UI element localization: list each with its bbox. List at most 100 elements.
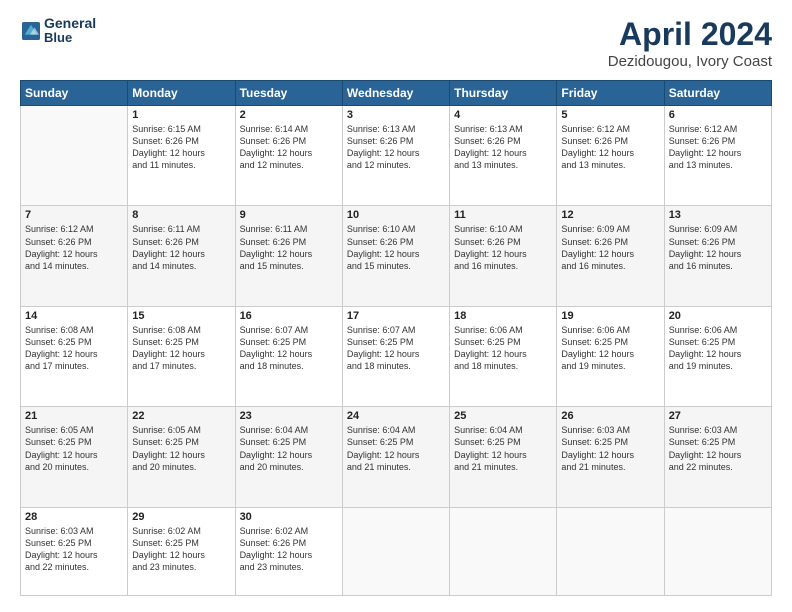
day-info: Sunrise: 6:08 AM Sunset: 6:25 PM Dayligh… <box>25 324 123 373</box>
calendar-title: April 2024 <box>608 16 772 53</box>
calendar-day-header: Monday <box>128 81 235 106</box>
calendar-cell: 20Sunrise: 6:06 AM Sunset: 6:25 PM Dayli… <box>664 306 771 406</box>
calendar-cell: 3 Sunrise: 6:13 AM Sunset: 6:26 PM Daylig… <box>342 106 449 206</box>
day-number: 30 <box>240 511 338 523</box>
day-info: Sunrise: 6:06 AM Sunset: 6:25 PM Dayligh… <box>669 324 767 373</box>
calendar-day-header: Saturday <box>664 81 771 106</box>
day-number: 10 <box>347 209 445 221</box>
day-number: 13 <box>669 209 767 221</box>
day-info: Sunrise: 6:11 AM Sunset: 6:26 PM Dayligh… <box>132 223 230 272</box>
calendar-cell: 4 Sunrise: 6:13 AM Sunset: 6:26 PM Daylig… <box>450 106 557 206</box>
logo-text: General Blue <box>44 16 96 46</box>
calendar-header-row: SundayMondayTuesdayWednesdayThursdayFrid… <box>21 81 772 106</box>
day-info: Sunrise: 6:12 AM Sunset: 6:26 PM Dayligh… <box>25 223 123 272</box>
calendar-cell: 19 Sunrise: 6:06 AM Sunset: 6:25 PM Dayli… <box>557 306 664 406</box>
calendar-week-row: 28Sunrise: 6:03 AM Sunset: 6:25 PM Dayli… <box>21 507 772 595</box>
day-number: 17 <box>347 310 445 322</box>
day-number: 9 <box>240 209 338 221</box>
day-info: Sunrise: 6:12 AM Sunset: 6:26 PM Dayligh… <box>561 123 659 172</box>
day-info: Sunrise: 6:02 AM Sunset: 6:25 PM Dayligh… <box>132 525 230 574</box>
calendar-cell <box>450 507 557 595</box>
day-number: 2 <box>240 109 338 121</box>
day-info: Sunrise: 6:13 AM Sunset: 6:26 PM Dayligh… <box>347 123 445 172</box>
calendar-subtitle: Dezidougou, Ivory Coast <box>608 53 772 70</box>
day-info: Sunrise: 6:07 AM Sunset: 6:25 PM Dayligh… <box>240 324 338 373</box>
day-number: 22 <box>132 410 230 422</box>
calendar-cell: 27 Sunrise: 6:03 AM Sunset: 6:25 PM Dayli… <box>664 407 771 507</box>
calendar-cell: 9 Sunrise: 6:11 AM Sunset: 6:26 PM Daylig… <box>235 206 342 306</box>
calendar-day-header: Wednesday <box>342 81 449 106</box>
calendar-cell: 29 Sunrise: 6:02 AM Sunset: 6:25 PM Dayli… <box>128 507 235 595</box>
day-info: Sunrise: 6:10 AM Sunset: 6:26 PM Dayligh… <box>347 223 445 272</box>
calendar-cell: 11 Sunrise: 6:10 AM Sunset: 6:26 PM Dayli… <box>450 206 557 306</box>
day-info: Sunrise: 6:12 AM Sunset: 6:26 PM Dayligh… <box>669 123 767 172</box>
calendar-cell: 10 Sunrise: 6:10 AM Sunset: 6:26 PM Dayli… <box>342 206 449 306</box>
day-number: 21 <box>25 410 123 422</box>
logo-icon <box>22 22 40 40</box>
day-info: Sunrise: 6:05 AM Sunset: 6:25 PM Dayligh… <box>132 424 230 473</box>
day-number: 14 <box>25 310 123 322</box>
day-info: Sunrise: 6:03 AM Sunset: 6:25 PM Dayligh… <box>669 424 767 473</box>
calendar-cell: 26 Sunrise: 6:03 AM Sunset: 6:25 PM Dayli… <box>557 407 664 507</box>
day-info: Sunrise: 6:04 AM Sunset: 6:25 PM Dayligh… <box>347 424 445 473</box>
day-number: 24 <box>347 410 445 422</box>
day-info: Sunrise: 6:10 AM Sunset: 6:26 PM Dayligh… <box>454 223 552 272</box>
calendar-cell: 28Sunrise: 6:03 AM Sunset: 6:25 PM Dayli… <box>21 507 128 595</box>
day-number: 7 <box>25 209 123 221</box>
calendar-day-header: Thursday <box>450 81 557 106</box>
calendar-cell: 2Sunrise: 6:14 AM Sunset: 6:26 PM Daylig… <box>235 106 342 206</box>
calendar-cell: 23 Sunrise: 6:04 AM Sunset: 6:25 PM Dayli… <box>235 407 342 507</box>
calendar-cell: 14 Sunrise: 6:08 AM Sunset: 6:25 PM Dayli… <box>21 306 128 406</box>
day-number: 15 <box>132 310 230 322</box>
logo: General Blue <box>20 16 96 46</box>
calendar-cell: 24 Sunrise: 6:04 AM Sunset: 6:25 PM Dayli… <box>342 407 449 507</box>
calendar-cell: 22 Sunrise: 6:05 AM Sunset: 6:25 PM Dayli… <box>128 407 235 507</box>
day-number: 19 <box>561 310 659 322</box>
calendar-cell <box>342 507 449 595</box>
day-number: 6 <box>669 109 767 121</box>
day-info: Sunrise: 6:03 AM Sunset: 6:25 PM Dayligh… <box>25 525 123 574</box>
day-number: 3 <box>347 109 445 121</box>
day-info: Sunrise: 6:09 AM Sunset: 6:26 PM Dayligh… <box>669 223 767 272</box>
logo-line1: General <box>44 16 96 31</box>
calendar-cell: 17Sunrise: 6:07 AM Sunset: 6:25 PM Dayli… <box>342 306 449 406</box>
calendar-day-header: Tuesday <box>235 81 342 106</box>
page: General Blue April 2024 Dezidougou, Ivor… <box>0 0 792 612</box>
day-number: 23 <box>240 410 338 422</box>
calendar-week-row: 7 Sunrise: 6:12 AM Sunset: 6:26 PM Daylig… <box>21 206 772 306</box>
header: General Blue April 2024 Dezidougou, Ivor… <box>20 16 772 70</box>
calendar-cell: 21 Sunrise: 6:05 AM Sunset: 6:25 PM Dayli… <box>21 407 128 507</box>
day-number: 26 <box>561 410 659 422</box>
day-number: 29 <box>132 511 230 523</box>
calendar-cell <box>21 106 128 206</box>
day-number: 8 <box>132 209 230 221</box>
day-number: 11 <box>454 209 552 221</box>
day-info: Sunrise: 6:15 AM Sunset: 6:26 PM Dayligh… <box>132 123 230 172</box>
calendar-cell: 5Sunrise: 6:12 AM Sunset: 6:26 PM Daylig… <box>557 106 664 206</box>
day-number: 18 <box>454 310 552 322</box>
day-number: 4 <box>454 109 552 121</box>
day-number: 27 <box>669 410 767 422</box>
day-info: Sunrise: 6:04 AM Sunset: 6:25 PM Dayligh… <box>240 424 338 473</box>
calendar-cell: 30 Sunrise: 6:02 AM Sunset: 6:26 PM Dayli… <box>235 507 342 595</box>
title-block: April 2024 Dezidougou, Ivory Coast <box>608 16 772 70</box>
day-number: 1 <box>132 109 230 121</box>
day-info: Sunrise: 6:09 AM Sunset: 6:26 PM Dayligh… <box>561 223 659 272</box>
calendar-cell: 18Sunrise: 6:06 AM Sunset: 6:25 PM Dayli… <box>450 306 557 406</box>
calendar-cell: 16Sunrise: 6:07 AM Sunset: 6:25 PM Dayli… <box>235 306 342 406</box>
day-info: Sunrise: 6:13 AM Sunset: 6:26 PM Dayligh… <box>454 123 552 172</box>
day-info: Sunrise: 6:05 AM Sunset: 6:25 PM Dayligh… <box>25 424 123 473</box>
day-info: Sunrise: 6:08 AM Sunset: 6:25 PM Dayligh… <box>132 324 230 373</box>
day-info: Sunrise: 6:03 AM Sunset: 6:25 PM Dayligh… <box>561 424 659 473</box>
day-info: Sunrise: 6:02 AM Sunset: 6:26 PM Dayligh… <box>240 525 338 574</box>
day-info: Sunrise: 6:06 AM Sunset: 6:25 PM Dayligh… <box>561 324 659 373</box>
calendar-day-header: Sunday <box>21 81 128 106</box>
calendar-cell: 13 Sunrise: 6:09 AM Sunset: 6:26 PM Dayli… <box>664 206 771 306</box>
calendar-day-header: Friday <box>557 81 664 106</box>
calendar-cell: 7 Sunrise: 6:12 AM Sunset: 6:26 PM Daylig… <box>21 206 128 306</box>
day-number: 12 <box>561 209 659 221</box>
day-info: Sunrise: 6:11 AM Sunset: 6:26 PM Dayligh… <box>240 223 338 272</box>
calendar-week-row: 14 Sunrise: 6:08 AM Sunset: 6:25 PM Dayli… <box>21 306 772 406</box>
calendar-cell: 15 Sunrise: 6:08 AM Sunset: 6:25 PM Dayli… <box>128 306 235 406</box>
calendar-cell <box>557 507 664 595</box>
